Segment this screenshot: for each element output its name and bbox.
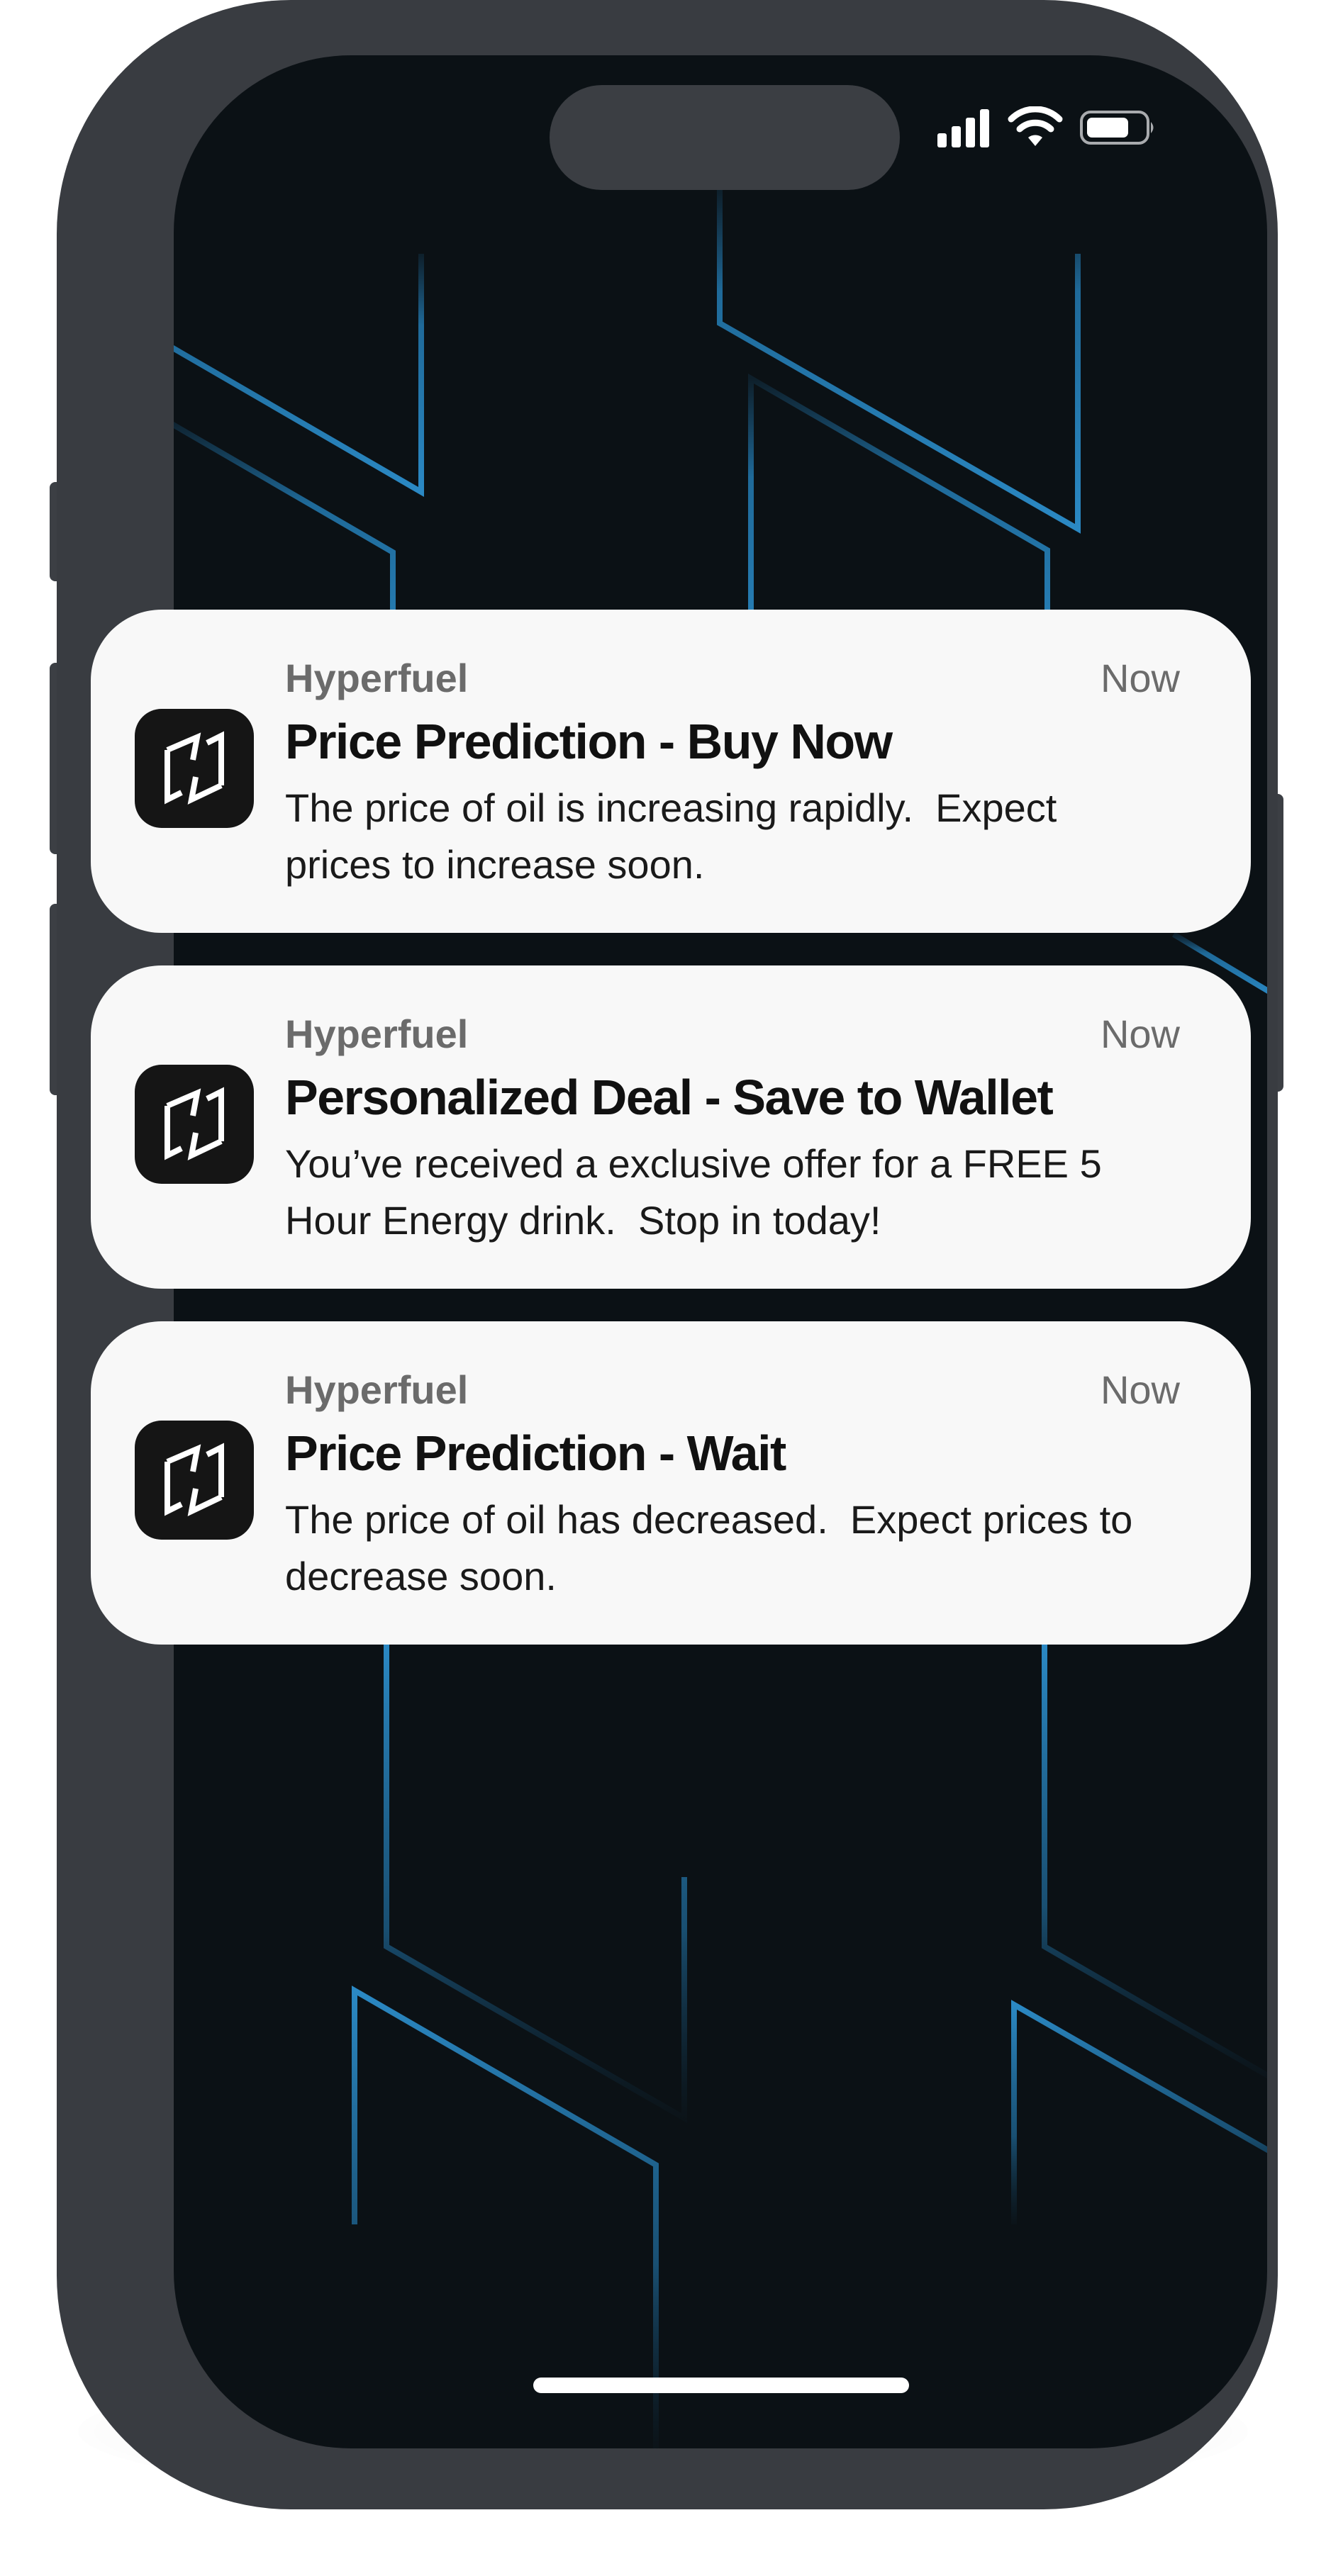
wifi-icon (1008, 106, 1063, 146)
battery-icon (1080, 111, 1154, 145)
notification-body: The price of oil is increasing rapidly. … (285, 785, 1057, 887)
notification-card[interactable]: Hyperfuel Now Personalized Deal - Save t… (91, 965, 1251, 1289)
hyperfuel-logo-icon (135, 1065, 254, 1184)
hyperfuel-logo-icon (135, 1421, 254, 1540)
notification-card[interactable]: Hyperfuel Now Price Prediction - Buy Now… (91, 610, 1251, 933)
notification-app-name: Hyperfuel (285, 1012, 469, 1056)
notification-card[interactable]: Hyperfuel Now Price Prediction - Wait Th… (91, 1321, 1251, 1645)
dynamic-island (550, 85, 900, 190)
cellular-signal-icon (937, 109, 989, 147)
notification-time: Now (1100, 1367, 1180, 1412)
notification-body: You’ve received a exclusive offer for a … (285, 1141, 1102, 1243)
notification-time: Now (1100, 1012, 1180, 1056)
home-indicator[interactable] (533, 2378, 909, 2393)
notification-title: Price Prediction - Wait (285, 1426, 786, 1481)
notification-app-name: Hyperfuel (285, 656, 469, 700)
notification-time: Now (1100, 656, 1180, 700)
notification-title: Personalized Deal - Save to Wallet (285, 1070, 1054, 1125)
notification-app-name: Hyperfuel (285, 1367, 469, 1412)
notification-title: Price Prediction - Buy Now (285, 714, 893, 769)
hyperfuel-logo-icon (135, 709, 254, 828)
notification-body: The price of oil has decreased. Expect p… (285, 1497, 1133, 1598)
